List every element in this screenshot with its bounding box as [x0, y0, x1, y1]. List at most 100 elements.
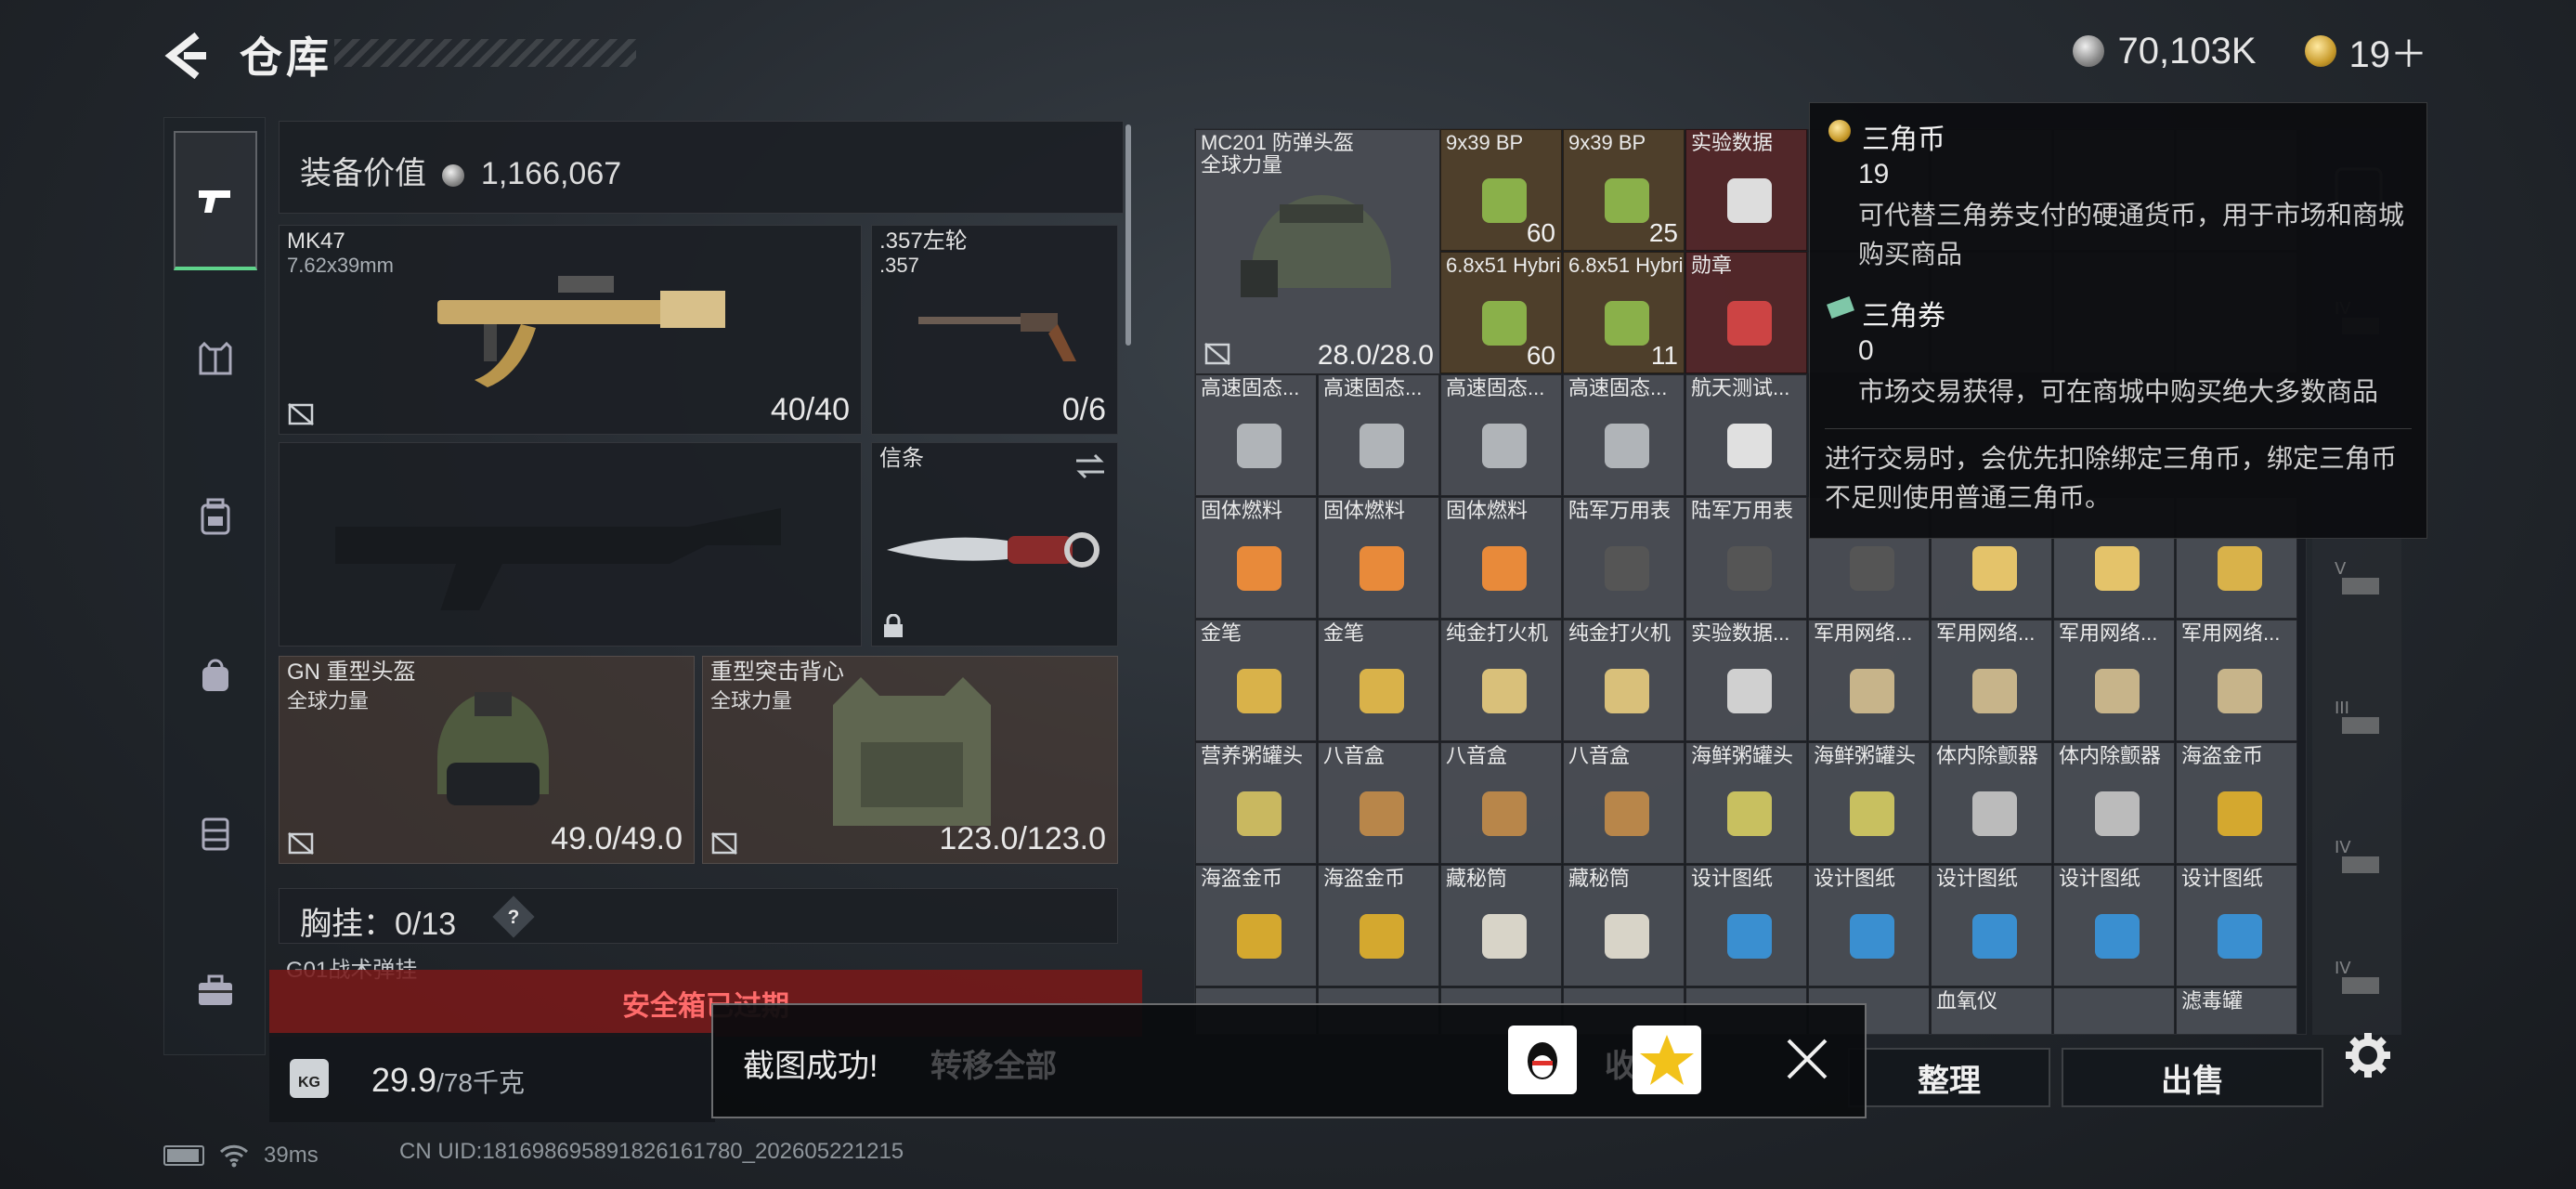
qzone-share-icon[interactable] [1633, 1026, 1701, 1094]
stash-item[interactable]: 勋章 [1685, 252, 1807, 373]
music-box-icon [1605, 791, 1649, 836]
help-icon[interactable]: ? [492, 895, 535, 938]
qq-share-icon[interactable] [1508, 1026, 1577, 1094]
item-count: 25 [1648, 218, 1678, 247]
stash-item[interactable]: 纯金打火机 [1563, 620, 1685, 741]
primary-weapon-caliber: 7.62x39mm [287, 254, 394, 277]
stash-item[interactable]: 军用网络... [1931, 620, 2052, 741]
stash-item[interactable]: 设计图纸 [2053, 865, 2175, 986]
nav-weapons[interactable] [174, 131, 257, 270]
pistol-icon [199, 190, 230, 213]
item-name: 藏秘筒 [1446, 867, 1508, 890]
stash-item[interactable]: 血氧仪 [1931, 987, 2052, 1035]
stash-item[interactable]: 海鲜粥罐头 [1685, 742, 1807, 864]
gear-icon[interactable] [2342, 1029, 2394, 1081]
chest-rig-bar[interactable]: 胸挂：0/13 ? [279, 888, 1118, 944]
silver-coin-amount: 70,103K [2117, 30, 2257, 72]
ssd-icon [1605, 424, 1649, 468]
stash-item[interactable]: 设计图纸 [1808, 865, 1930, 986]
stash-item[interactable]: 海盗金币 [1318, 865, 1439, 986]
stash-item[interactable]: 9x39 BP 25 [1563, 129, 1685, 251]
heavy-helmet-icon [437, 692, 549, 805]
stash-item[interactable]: 军用网络... [1808, 620, 1930, 741]
category-armor-v-icon[interactable]: V [2333, 555, 2385, 598]
stash-item[interactable]: 6.8x51 Hybrid 60 [1440, 252, 1562, 373]
primary-weapon-slot[interactable]: MK47 7.62x39mm 40/40 [279, 225, 862, 435]
nav-backpack[interactable] [174, 447, 257, 586]
stash-item[interactable]: 滤毒罐 [2176, 987, 2297, 1034]
stash-item[interactable]: 实验数据 [1685, 129, 1807, 251]
stash-item[interactable]: 金笔 [1318, 620, 1439, 741]
stash-item[interactable]: 军用网络... [2176, 620, 2297, 741]
organize-button[interactable]: 整理 [1848, 1048, 2050, 1107]
swap-icon[interactable] [1073, 452, 1108, 480]
stash-item[interactable]: 航天测试... [1685, 374, 1807, 496]
stash-item[interactable]: 藏秘筒 [1440, 865, 1562, 986]
stash-item[interactable]: 金笔 [1195, 620, 1317, 741]
stash-item[interactable]: 固体燃料 [1195, 497, 1317, 619]
stash-item[interactable]: 营养粥罐头 [1195, 742, 1317, 864]
stash-item[interactable]: 设计图纸 [1685, 865, 1807, 986]
category-armor-iii-icon[interactable]: III [2333, 695, 2385, 738]
stash-item[interactable]: 八音盒 [1563, 742, 1685, 864]
stash-item[interactable]: 海盗金币 [1195, 865, 1317, 986]
currency-display[interactable]: 70,103K 19＋ [2073, 28, 2427, 75]
stash-item[interactable]: 陆军万用表 [1563, 497, 1685, 619]
stash-item[interactable] [2053, 987, 2175, 1034]
loadout-scrollbar[interactable] [1125, 124, 1131, 346]
sell-button[interactable]: 出售 [2062, 1048, 2323, 1107]
transfer-all-button[interactable]: 转移全部 [930, 1040, 1057, 1086]
gold-triangle-coin-icon [2304, 35, 2336, 67]
stash-item[interactable]: 9x39 BP 60 [1440, 129, 1562, 251]
stash-item[interactable]: 八音盒 [1440, 742, 1562, 864]
helmet-durability: 49.0/49.0 [551, 821, 683, 856]
close-icon[interactable] [1779, 1031, 1835, 1087]
category-helmet-iv-alt-icon[interactable]: IV [2333, 955, 2385, 998]
item-name: 纯金打火机 [1446, 621, 1549, 645]
stash-item-helmet[interactable]: MC201 防弹头盔 全球力量 28.0/28.0 [1195, 129, 1440, 374]
stash-item[interactable]: 高速固态... [1195, 374, 1317, 496]
empty-icon [1961, 1026, 2028, 1035]
item-name: 血氧仪 [1936, 989, 1998, 1013]
pen-icon [1237, 669, 1281, 713]
stash-item[interactable]: 藏秘筒 [1563, 865, 1685, 986]
stash-item[interactable]: 军用网络... [2053, 620, 2175, 741]
helmet-slot[interactable]: GN 重型头盔 全球力量 49.0/49.0 [279, 656, 695, 864]
stash-item[interactable]: 高速固态... [1440, 374, 1562, 496]
stash-item[interactable]: 海鲜粥罐头 [1808, 742, 1930, 864]
nav-case[interactable] [174, 763, 257, 902]
item-name: 海鲜粥罐头 [1691, 744, 1794, 767]
category-helmet-iv-icon[interactable]: IV [2333, 834, 2385, 877]
stash-item[interactable]: 高速固态... [1563, 374, 1685, 496]
nav-toolbox[interactable] [174, 921, 257, 1060]
nav-bag[interactable] [174, 605, 257, 744]
stash-item[interactable]: 海盗金币 [2176, 742, 2297, 864]
svg-text:IV: IV [2335, 959, 2351, 978]
item-name: 设计图纸 [1691, 867, 1774, 890]
toolbox-icon [199, 974, 232, 1005]
stash-item[interactable]: 实验数据... [1685, 620, 1807, 741]
stash-item[interactable]: 八音盒 [1318, 742, 1439, 864]
stash-item[interactable]: 陆军万用表 [1685, 497, 1807, 619]
stash-item[interactable]: 固体燃料 [1318, 497, 1439, 619]
secondary-weapon-slot-empty[interactable] [279, 442, 862, 647]
item-name: 固体燃料 [1446, 499, 1529, 522]
back-arrow-icon[interactable] [160, 28, 215, 84]
stash-item[interactable]: 高速固态... [1318, 374, 1439, 496]
fuel-icon [1360, 546, 1404, 591]
stash-item[interactable]: 固体燃料 [1440, 497, 1562, 619]
armor-slot[interactable]: 重型突击背心 全球力量 123.0/123.0 [702, 656, 1118, 864]
melee-slot[interactable]: 信条 [871, 442, 1118, 647]
stash-item[interactable]: 设计图纸 [1931, 865, 2052, 986]
item-name: 实验数据... [1691, 621, 1790, 645]
silver-coin-icon [2073, 35, 2105, 67]
primary-weapon-name: MK47 [287, 229, 345, 254]
stash-item[interactable]: 体内除颤器 [2053, 742, 2175, 864]
stash-item[interactable]: 体内除颤器 [1931, 742, 2052, 864]
stash-item[interactable]: 6.8x51 Hybrid 11 [1563, 252, 1685, 373]
stash-item[interactable]: 纯金打火机 [1440, 620, 1562, 741]
item-name: 航天测试... [1691, 376, 1790, 399]
sidearm-slot[interactable]: .357左轮 .357 0/6 [871, 225, 1118, 435]
stash-item[interactable]: 设计图纸 [2176, 865, 2297, 986]
nav-armor[interactable] [174, 289, 257, 428]
